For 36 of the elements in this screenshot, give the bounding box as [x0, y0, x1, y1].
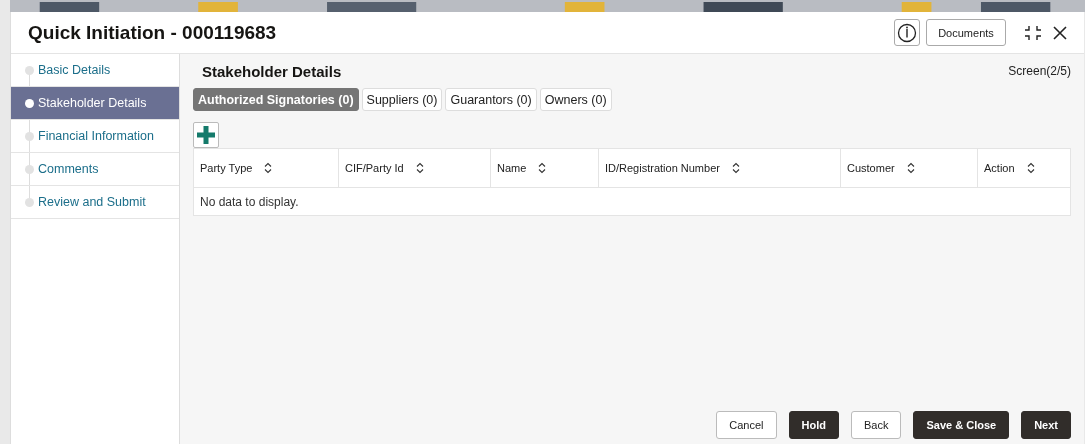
plus-icon [197, 126, 215, 144]
sort-icon [415, 162, 424, 174]
action-button[interactable]: Next [1021, 411, 1071, 439]
add-button[interactable] [193, 122, 219, 148]
info-button[interactable] [894, 19, 920, 46]
sort-icon [264, 162, 273, 174]
screen-counter: Screen(2/5) [1008, 64, 1071, 78]
sort-icon [1026, 162, 1035, 174]
action-button[interactable]: Back [851, 411, 902, 439]
sort-icon [731, 162, 740, 174]
column-header[interactable]: ID/Registration Number [599, 149, 841, 187]
tab[interactable]: Owners (0) [539, 88, 612, 111]
column-header[interactable]: Action [978, 149, 1070, 187]
action-button[interactable]: Cancel [716, 411, 777, 439]
empty-message: No data to display. [200, 194, 299, 209]
action-button[interactable]: Hold [788, 411, 839, 439]
documents-button[interactable]: Documents [926, 19, 1006, 46]
sidebar-item[interactable]: Comments [11, 153, 179, 186]
action-button[interactable]: Save & Close [913, 411, 1010, 439]
column-header[interactable]: CIF/Party Id [339, 149, 491, 187]
column-header[interactable]: Party Type [194, 149, 339, 187]
column-header[interactable]: Name [491, 149, 599, 187]
window-title: Quick Initiation - 000119683 [28, 21, 277, 44]
sidebar-item[interactable]: Review and Submit [11, 186, 179, 219]
sort-icon [906, 162, 915, 174]
tab[interactable]: Authorized Signatories (0) [193, 88, 359, 111]
sort-icon [538, 162, 547, 174]
tab[interactable]: Guarantors (0) [445, 88, 537, 111]
collapse-icon[interactable] [1024, 23, 1042, 42]
section-title: Stakeholder Details [202, 62, 342, 80]
sidebar-item[interactable]: Stakeholder Details [11, 87, 179, 120]
sidebar-item[interactable]: Financial Information [11, 120, 179, 153]
tab[interactable]: Suppliers (0) [361, 88, 443, 111]
close-icon[interactable] [1052, 24, 1068, 41]
column-header[interactable]: Customer [841, 149, 978, 187]
info-icon [897, 22, 917, 43]
